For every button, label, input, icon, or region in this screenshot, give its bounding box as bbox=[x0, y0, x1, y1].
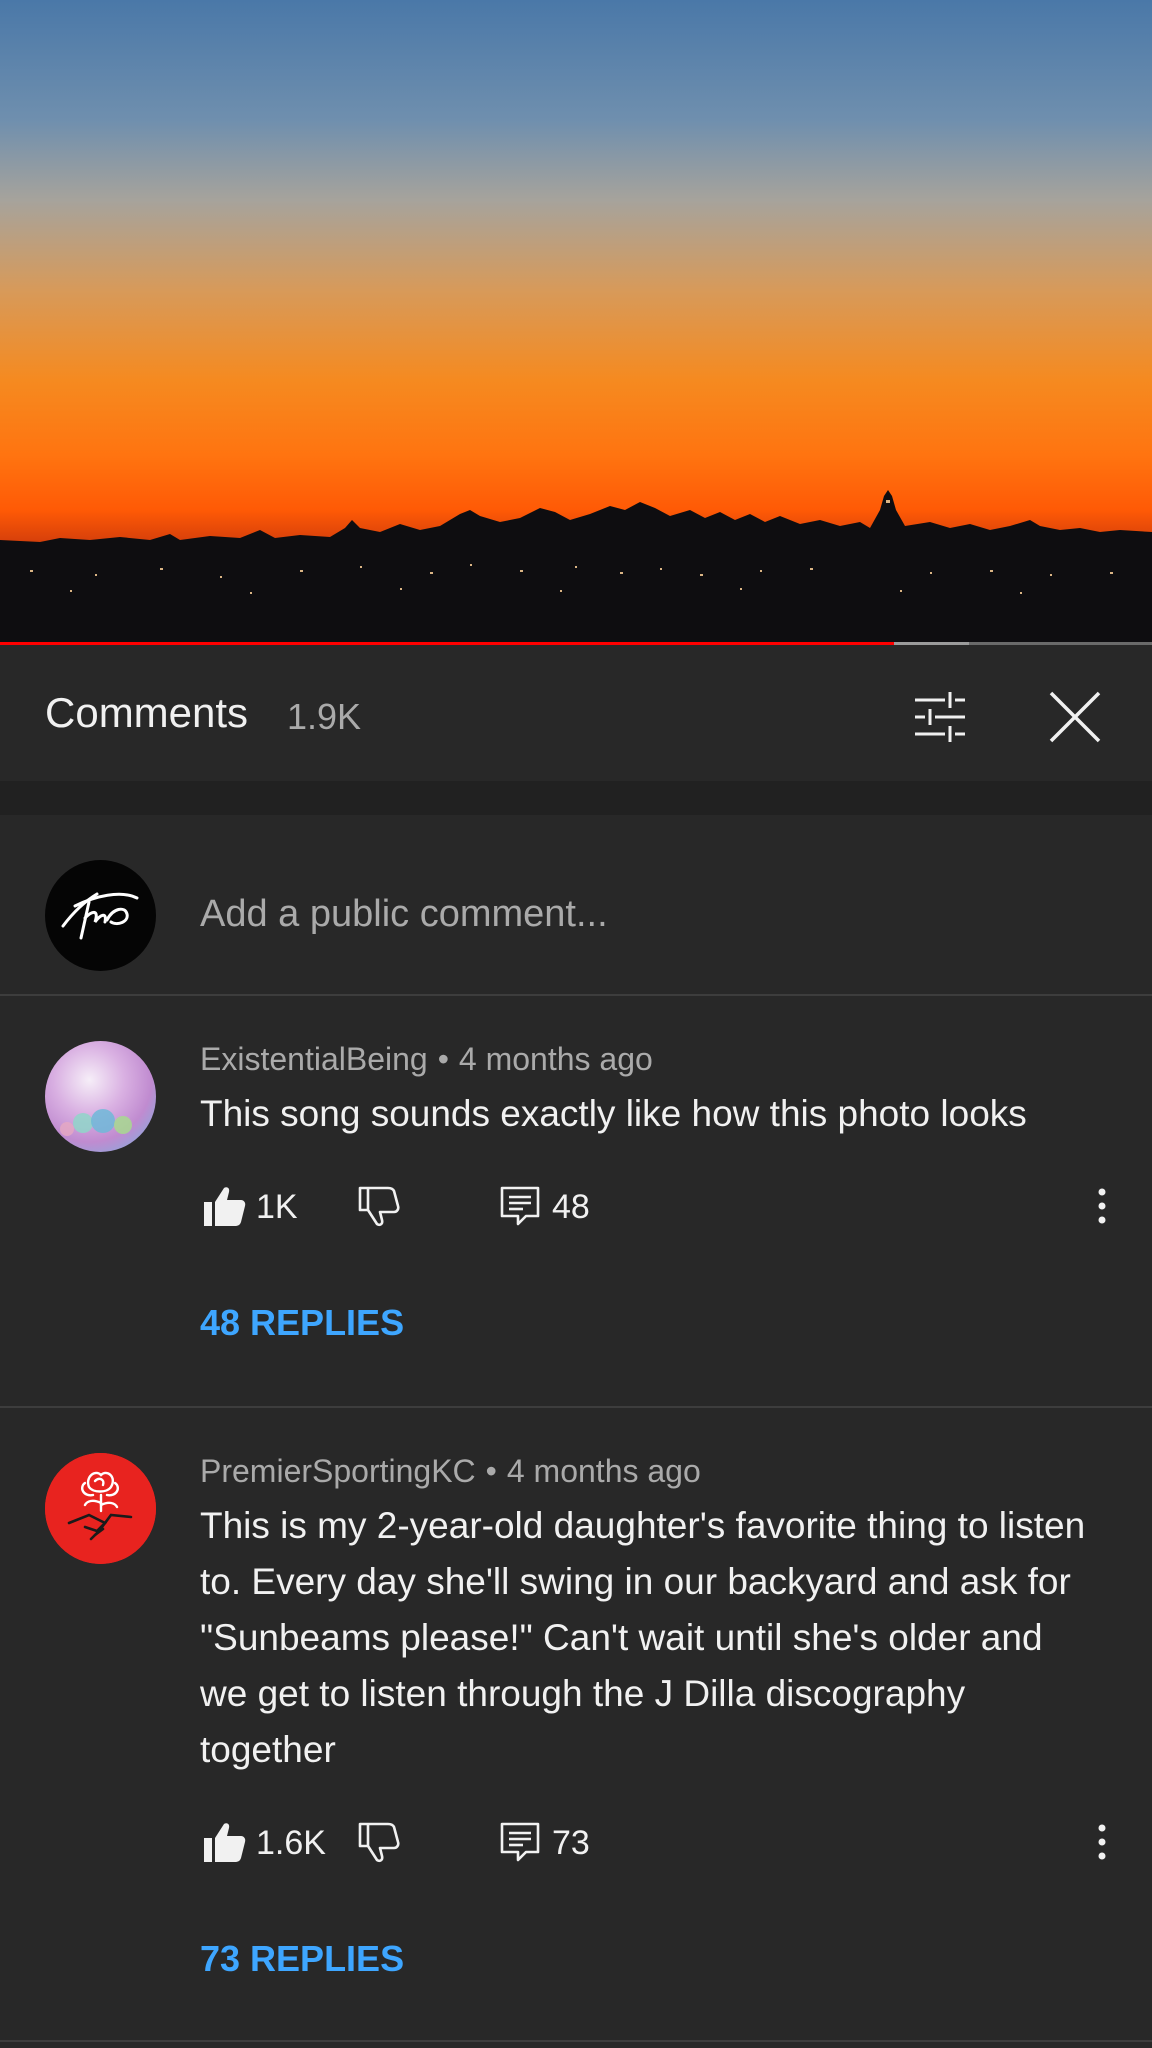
video-player[interactable] bbox=[0, 0, 1152, 645]
like-count: 1.6K bbox=[256, 1824, 326, 1862]
more-vertical-icon[interactable] bbox=[1090, 1182, 1114, 1230]
thumbs-up-icon[interactable] bbox=[200, 1818, 248, 1866]
close-icon bbox=[1049, 691, 1101, 743]
rose-handshake-logo-icon bbox=[45, 1453, 156, 1564]
comment-author[interactable]: ExistentialBeing bbox=[200, 1041, 428, 1077]
user-signature-logo-icon bbox=[61, 892, 139, 940]
avatar[interactable] bbox=[45, 1453, 156, 1564]
meta-separator: • bbox=[485, 1453, 497, 1489]
comment-thread: ExistentialBeing • 4 months ago This song … bbox=[0, 996, 1152, 1406]
thumbs-up-icon[interactable] bbox=[200, 1182, 248, 1230]
comment-author[interactable]: PremierSportingKC bbox=[200, 1453, 476, 1489]
comments-title: Comments bbox=[45, 689, 249, 736]
more-vertical-icon[interactable] bbox=[1090, 1818, 1114, 1866]
add-comment-row[interactable]: Add a public comment... bbox=[0, 815, 1152, 995]
comments-header: Comments 1.9K bbox=[0, 647, 1152, 781]
add-comment-input[interactable]: Add a public comment... bbox=[200, 893, 608, 936]
comment-actions: 1K 48 bbox=[200, 1182, 1130, 1242]
comment-actions: 1.6K 73 bbox=[200, 1818, 1130, 1878]
reply-icon[interactable] bbox=[496, 1182, 544, 1230]
view-replies-link[interactable]: 73 REPLIES bbox=[200, 1938, 404, 1980]
reply-count: 48 bbox=[552, 1188, 590, 1226]
comments-count: 1.9K bbox=[287, 696, 362, 737]
filter-icon bbox=[915, 692, 965, 742]
thumbs-down-icon[interactable] bbox=[356, 1818, 404, 1866]
avatar[interactable] bbox=[45, 1041, 156, 1152]
comment-text: This is my 2-year-old daughter's favorit… bbox=[200, 1505, 1086, 1770]
comment-time: 4 months ago bbox=[458, 1041, 653, 1077]
reply-icon[interactable] bbox=[496, 1818, 544, 1866]
like-count: 1K bbox=[256, 1188, 298, 1226]
avatar[interactable] bbox=[45, 860, 156, 971]
video-progress-bar[interactable] bbox=[0, 642, 1152, 645]
close-button[interactable] bbox=[1040, 682, 1110, 752]
reply-count: 73 bbox=[552, 1824, 590, 1862]
header-separator bbox=[0, 781, 1152, 815]
divider bbox=[0, 2040, 1152, 2042]
comment-time: 4 months ago bbox=[506, 1453, 701, 1489]
city-skyline-image bbox=[0, 490, 1152, 645]
thumbs-down-icon[interactable] bbox=[356, 1182, 404, 1230]
progress-played bbox=[0, 642, 894, 645]
sort-filter-button[interactable] bbox=[905, 682, 975, 752]
comment-meta: PremierSportingKC • 4 months ago bbox=[200, 1453, 701, 1490]
view-replies-link[interactable]: 48 REPLIES bbox=[200, 1302, 404, 1344]
comment-meta: ExistentialBeing • 4 months ago bbox=[200, 1041, 653, 1078]
comment-thread: PremierSportingKC • 4 months ago This is m… bbox=[0, 1408, 1152, 2042]
comment-text: This song sounds exactly like how this p… bbox=[200, 1093, 1027, 1134]
meta-separator: • bbox=[437, 1041, 449, 1077]
avatar-image bbox=[45, 1041, 156, 1152]
